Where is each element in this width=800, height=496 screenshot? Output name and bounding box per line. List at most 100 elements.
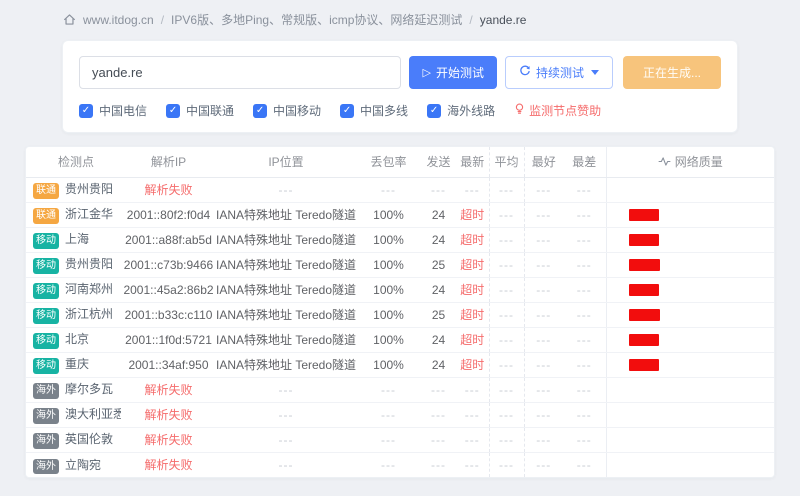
breadcrumb: www.itdog.cn / IPV6版、多地Ping、常规版、icmp协议、网… (0, 0, 800, 28)
table-row[interactable]: 海外立陶宛 解析失败 --- --- --- --- --- --- --- (26, 452, 774, 477)
resolved-ip: 解析失败 (121, 452, 216, 477)
packet-loss: --- (356, 177, 421, 202)
packet-loss: 100% (356, 352, 421, 377)
avg-latency: --- (489, 227, 524, 252)
packet-loss: 100% (356, 202, 421, 227)
latest-latency: 超时 (456, 302, 489, 327)
resolved-ip: 解析失败 (121, 402, 216, 427)
continuous-test-button[interactable]: 持续测试 (505, 56, 613, 89)
header-ip: 解析IP (121, 147, 216, 177)
network-quality-cell (606, 327, 774, 352)
generating-label: 正在生成... (643, 64, 701, 81)
packet-loss: 100% (356, 327, 421, 352)
worst-latency: --- (563, 452, 606, 477)
avg-latency: --- (489, 377, 524, 402)
carrier-badge: 移动 (33, 308, 59, 324)
ip-location: --- (216, 402, 356, 427)
home-icon (63, 13, 76, 26)
network-quality-cell (606, 377, 774, 402)
line-checkbox[interactable]: ✓ 海外线路 (427, 102, 495, 119)
resolved-ip: 2001::c73b:9466 (121, 252, 216, 277)
network-quality-cell (606, 252, 774, 277)
packet-loss: --- (356, 452, 421, 477)
packet-loss: --- (356, 402, 421, 427)
latest-latency: 超时 (456, 202, 489, 227)
table-row[interactable]: 海外摩尔多瓦 解析失败 --- --- --- --- --- --- --- (26, 377, 774, 402)
best-latency: --- (524, 202, 563, 227)
latest-latency: 超时 (456, 277, 489, 302)
generating-button[interactable]: 正在生成... (623, 56, 721, 89)
refresh-icon (519, 65, 531, 80)
carrier-badge: 联通 (33, 208, 59, 224)
table-row[interactable]: 海外澳大利亚悉尼 解析失败 --- --- --- --- --- --- --… (26, 402, 774, 427)
play-icon: ▷ (422, 66, 430, 79)
breadcrumb-target: yande.re (480, 13, 527, 27)
sent-count: --- (421, 452, 456, 477)
carrier-badge: 移动 (33, 233, 59, 249)
latest-latency: 超时 (456, 352, 489, 377)
node-cell: 海外立陶宛 (26, 452, 121, 477)
avg-latency: --- (489, 452, 524, 477)
table-row[interactable]: 移动河南郑州 2001::45a2:86b2 IANA特殊地址 Teredo隧道… (26, 277, 774, 302)
sent-count: --- (421, 427, 456, 452)
resolved-ip: 2001::b33c:c110 (121, 302, 216, 327)
table-row[interactable]: 移动浙江杭州 2001::b33c:c110 IANA特殊地址 Teredo隧道… (26, 302, 774, 327)
ip-location: IANA特殊地址 Teredo隧道地址 (216, 302, 356, 327)
table-row[interactable]: 移动上海 2001::a88f:ab5d IANA特殊地址 Teredo隧道地址… (26, 227, 774, 252)
sponsor-link[interactable]: 监测节点赞助 (514, 102, 601, 119)
line-checkbox[interactable]: ✓ 中国移动 (253, 102, 321, 119)
sent-count: 24 (421, 227, 456, 252)
best-latency: --- (524, 402, 563, 427)
latest-latency: 超时 (456, 227, 489, 252)
packet-loss: 100% (356, 252, 421, 277)
avg-latency: --- (489, 202, 524, 227)
packet-loss: --- (356, 427, 421, 452)
header-quality-label: 网络质量 (675, 153, 723, 170)
start-test-button[interactable]: ▷ 开始测试 (409, 56, 496, 89)
carrier-badge: 海外 (33, 459, 59, 475)
network-quality-cell (606, 452, 774, 477)
node-location: 澳大利亚悉尼 (65, 407, 121, 421)
node-location: 立陶宛 (65, 458, 101, 472)
checkbox-label: 中国电信 (99, 102, 147, 119)
breadcrumb-site-link[interactable]: www.itdog.cn (83, 13, 154, 27)
carrier-badge: 海外 (33, 433, 59, 449)
carrier-badge: 移动 (33, 333, 59, 349)
worst-latency: --- (563, 202, 606, 227)
checkbox-checked-icon: ✓ (340, 104, 354, 118)
node-cell: 海外英国伦敦 (26, 427, 121, 452)
node-location: 上海 (65, 232, 89, 246)
checkbox-checked-icon: ✓ (166, 104, 180, 118)
table-row[interactable]: 联通浙江金华 2001::80f2:f0d4 IANA特殊地址 Teredo隧道… (26, 202, 774, 227)
table-row[interactable]: 联通贵州贵阳 解析失败 --- --- --- --- --- --- --- (26, 177, 774, 202)
bulb-icon (514, 103, 525, 118)
results-table-card: 检测点 解析IP IP位置 丢包率 发送 最新 平均 最好 最差 网络质量 (25, 146, 775, 478)
checkbox-checked-icon: ✓ (427, 104, 441, 118)
ip-location: IANA特殊地址 Teredo隧道地址 (216, 352, 356, 377)
line-checkbox[interactable]: ✓ 中国多线 (340, 102, 408, 119)
avg-latency: --- (489, 402, 524, 427)
checkbox-label: 中国多线 (360, 102, 408, 119)
best-latency: --- (524, 177, 563, 202)
carrier-badge: 移动 (33, 358, 59, 374)
carrier-badge: 移动 (33, 283, 59, 299)
avg-latency: --- (489, 177, 524, 202)
latest-latency: --- (456, 427, 489, 452)
line-checkbox[interactable]: ✓ 中国联通 (166, 102, 234, 119)
sent-count: 24 (421, 352, 456, 377)
table-row[interactable]: 移动贵州贵阳 2001::c73b:9466 IANA特殊地址 Teredo隧道… (26, 252, 774, 277)
worst-latency: --- (563, 227, 606, 252)
header-node: 检测点 (26, 147, 121, 177)
host-input[interactable] (79, 56, 401, 89)
ip-location: --- (216, 377, 356, 402)
table-row[interactable]: 海外英国伦敦 解析失败 --- --- --- --- --- --- --- (26, 427, 774, 452)
node-location: 重庆 (65, 357, 89, 371)
line-checkbox[interactable]: ✓ 中国电信 (79, 102, 147, 119)
node-cell: 移动贵州贵阳 (26, 252, 121, 277)
table-row[interactable]: 移动北京 2001::1f0d:5721 IANA特殊地址 Teredo隧道地址… (26, 327, 774, 352)
node-cell: 移动河南郑州 (26, 277, 121, 302)
header-avg: 平均 (489, 147, 524, 177)
worst-latency: --- (563, 327, 606, 352)
table-row[interactable]: 移动重庆 2001::34af:950 IANA特殊地址 Teredo隧道地址 … (26, 352, 774, 377)
resolved-ip: 2001::1f0d:5721 (121, 327, 216, 352)
